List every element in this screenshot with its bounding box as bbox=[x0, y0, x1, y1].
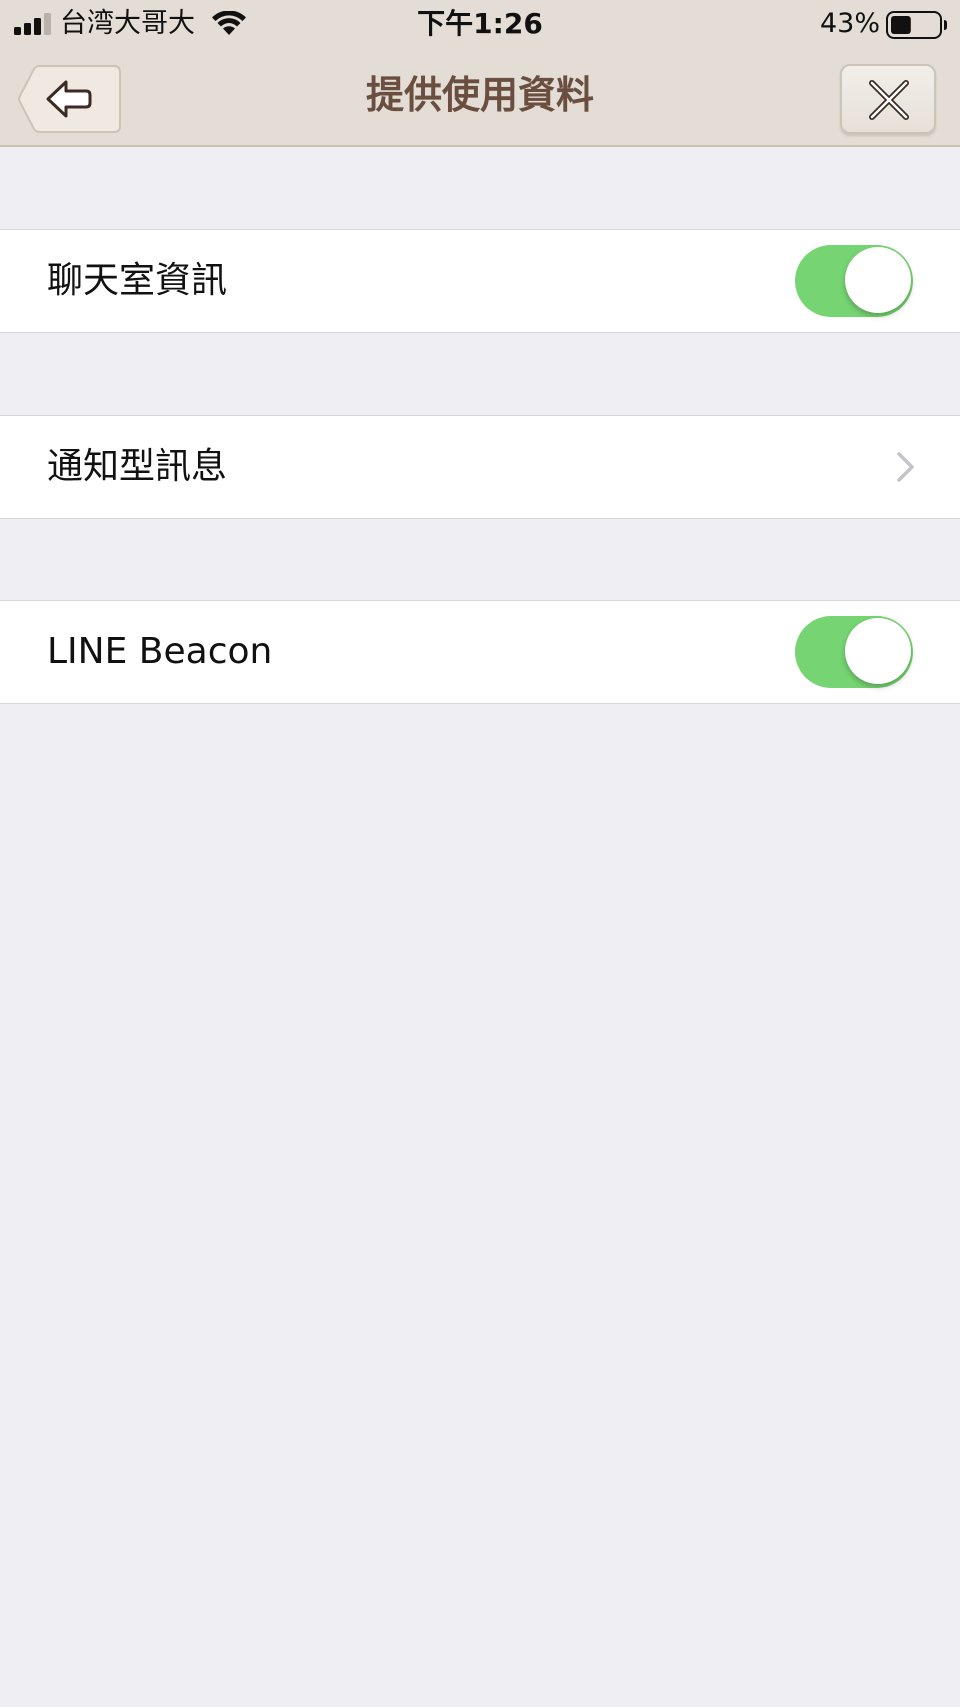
back-button[interactable] bbox=[18, 64, 122, 134]
settings-screen: 台湾大哥大 下午1:26 43% 提供使用資料 聊天室資訊 通知型訊息 LINE… bbox=[0, 0, 960, 1707]
close-button[interactable] bbox=[840, 64, 936, 134]
status-time: 下午1:26 bbox=[417, 7, 543, 40]
toggle-knob bbox=[845, 247, 911, 313]
status-bar: 台湾大哥大 下午1:26 43% bbox=[0, 0, 960, 50]
close-icon bbox=[869, 80, 909, 120]
chat-info-toggle[interactable] bbox=[795, 245, 913, 317]
page-title: 提供使用資料 bbox=[365, 73, 594, 117]
navigation-bar: 提供使用資料 bbox=[0, 50, 960, 147]
chevron-right-icon bbox=[897, 452, 914, 482]
setting-label-line-beacon: LINE Beacon bbox=[47, 631, 273, 672]
setting-row-chat-info: 聊天室資訊 bbox=[0, 229, 960, 333]
setting-label-chat-info: 聊天室資訊 bbox=[47, 260, 228, 301]
line-beacon-toggle[interactable] bbox=[795, 616, 913, 688]
battery-percent: 43% bbox=[819, 8, 880, 39]
setting-label-notification-messages: 通知型訊息 bbox=[47, 446, 228, 487]
setting-row-notification-messages[interactable]: 通知型訊息 bbox=[0, 415, 960, 519]
setting-row-line-beacon: LINE Beacon bbox=[0, 600, 960, 704]
battery-icon bbox=[886, 11, 947, 39]
toggle-knob bbox=[845, 618, 911, 684]
